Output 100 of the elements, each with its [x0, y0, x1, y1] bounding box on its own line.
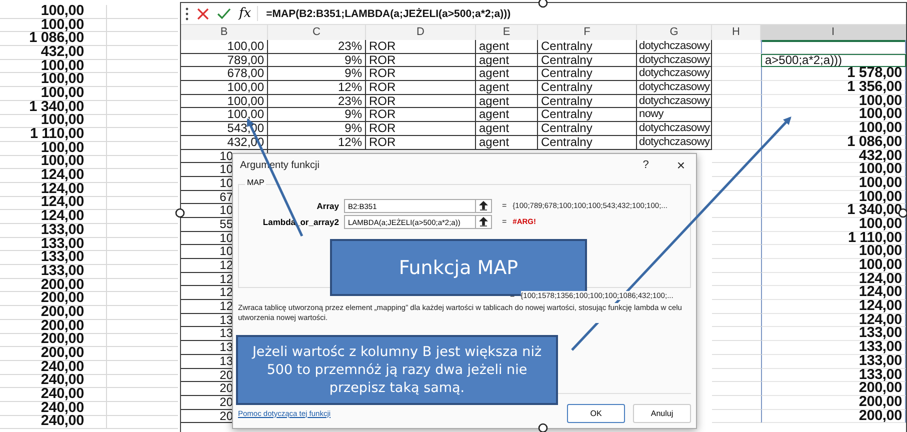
cancel-button[interactable]: Anuluj — [633, 404, 691, 422]
table-cell: 133,00 — [40, 264, 84, 278]
upload-icon — [479, 200, 488, 210]
table-cell: 789,00 — [227, 54, 264, 66]
table-cell: 240,00 — [40, 415, 84, 428]
table-cell: 200,00 — [40, 320, 84, 333]
column-header[interactable]: E — [476, 25, 538, 42]
ok-button[interactable]: OK — [567, 404, 625, 422]
table-cell: 1 110,00 — [848, 232, 902, 244]
table-cell: agent — [479, 122, 510, 135]
table-cell: 12 — [220, 286, 233, 300]
table-cell: 12% — [338, 81, 362, 94]
table-cell: 200,00 — [40, 278, 84, 292]
table-cell: 1 340,00 — [29, 100, 84, 114]
table-cell: 100,00 — [40, 155, 84, 168]
table-cell: ROR — [369, 136, 396, 149]
table-cell: 13 — [220, 354, 233, 368]
table-cell: ROR — [369, 81, 396, 94]
table-cell: 200,00 — [858, 410, 902, 422]
table-cell: 100,00 — [227, 108, 264, 122]
resize-handle[interactable] — [538, 423, 548, 432]
column-header[interactable]: B — [181, 25, 268, 42]
table-cell: ROR — [369, 108, 396, 122]
table-cell: 124,00 — [40, 210, 84, 224]
table-cell: 100,00 — [858, 245, 902, 258]
close-button[interactable]: × — [676, 157, 685, 173]
table-cell: 100,00 — [227, 94, 264, 108]
table-cell: Centralny — [541, 136, 592, 149]
table-cell: 100,00 — [227, 40, 264, 53]
table-cell: dotychczasowy — [639, 81, 710, 94]
resize-handle[interactable] — [175, 208, 185, 218]
table-cell: dotychczasowy — [639, 67, 710, 80]
formula-input[interactable]: =MAP(B2:B351;LAMBDA(a;JEŻELI(a>500;a*2;a))) — [266, 8, 511, 20]
table-cell: 100,00 — [858, 163, 902, 176]
table-cell: dotychczasowy — [639, 122, 710, 134]
table-cell: 13 — [220, 314, 233, 326]
table-cell: Centralny — [541, 67, 592, 80]
table-cell: ROR — [369, 40, 396, 53]
table-cell: 133,00 — [858, 354, 902, 368]
table-cell: dotychczasowy — [639, 40, 710, 52]
table-cell: 23% — [338, 94, 362, 108]
table-cell: 1 356,00 — [847, 81, 902, 94]
table-cell: 100,00 — [858, 190, 902, 204]
table-cell: 432,00 — [40, 46, 84, 59]
help-button[interactable]: ? — [642, 159, 649, 171]
table-cell: 124,00 — [40, 182, 84, 196]
table-cell: 200,00 — [858, 382, 902, 395]
table-cell: 240,00 — [40, 388, 84, 402]
column-header[interactable]: G — [637, 25, 712, 42]
group-label: MAP — [245, 178, 266, 187]
collapse-button[interactable] — [476, 214, 492, 228]
table-cell: 200,00 — [40, 347, 84, 360]
table-cell: 9% — [344, 122, 362, 135]
table-cell: 67 — [220, 190, 233, 204]
column-header[interactable]: I — [761, 25, 906, 42]
resize-handle[interactable] — [538, 0, 548, 8]
column-header[interactable]: D — [366, 25, 476, 42]
table-cell: 100,00 — [858, 122, 902, 135]
upload-icon — [479, 216, 488, 226]
table-cell: 133,00 — [40, 251, 84, 264]
table-cell: agent — [479, 40, 510, 53]
table-cell: 100,00 — [858, 259, 902, 272]
checkmark-icon[interactable] — [217, 8, 231, 20]
table-cell: 100,00 — [40, 18, 84, 32]
table-cell: agent — [479, 94, 510, 108]
column-header[interactable]: F — [538, 25, 637, 42]
collapse-button[interactable] — [476, 198, 492, 212]
table-cell: 133,00 — [858, 327, 902, 340]
table-cell: 13 — [220, 341, 233, 354]
table-cell: 9% — [344, 67, 362, 80]
table-cell: 240,00 — [40, 360, 84, 374]
table-cell: dotychczasowy — [639, 136, 710, 148]
cancel-icon[interactable] — [197, 8, 209, 20]
insert-function-button[interactable]: fx — [239, 6, 258, 21]
table-cell: dotychczasowy — [639, 54, 710, 66]
table-cell: agent — [479, 54, 510, 66]
table-cell: 124,00 — [858, 300, 902, 313]
table-cell: ROR — [369, 94, 396, 108]
table-cell: 133,00 — [40, 238, 84, 251]
table-cell: 100,00 — [40, 60, 84, 73]
table-cell: 133,00 — [858, 368, 902, 382]
more-icon[interactable] — [185, 6, 189, 20]
table-cell: 100,00 — [40, 142, 84, 155]
selected-cell[interactable]: a>500;a*2;a))) — [761, 54, 906, 68]
table-cell: 124,00 — [858, 286, 902, 300]
table-cell: Centralny — [541, 54, 592, 66]
table-cell: 100,00 — [40, 4, 84, 18]
table-cell: 200,00 — [40, 306, 84, 319]
table-cell: 1 578,00 — [847, 67, 902, 80]
table-cell: 9% — [344, 108, 362, 122]
table-cell: 55 — [220, 218, 233, 231]
table-cell: 1 340,00 — [847, 204, 902, 217]
table-cell: 12 — [220, 300, 233, 313]
table-cell: Centralny — [541, 122, 592, 135]
table-cell: 9% — [344, 54, 362, 66]
table-cell: 200,00 — [40, 292, 84, 306]
table-cell: agent — [479, 136, 510, 149]
column-header[interactable]: C — [268, 25, 366, 42]
table-cell: 124,00 — [40, 169, 84, 182]
table-cell: dotychczasowy — [639, 94, 710, 107]
